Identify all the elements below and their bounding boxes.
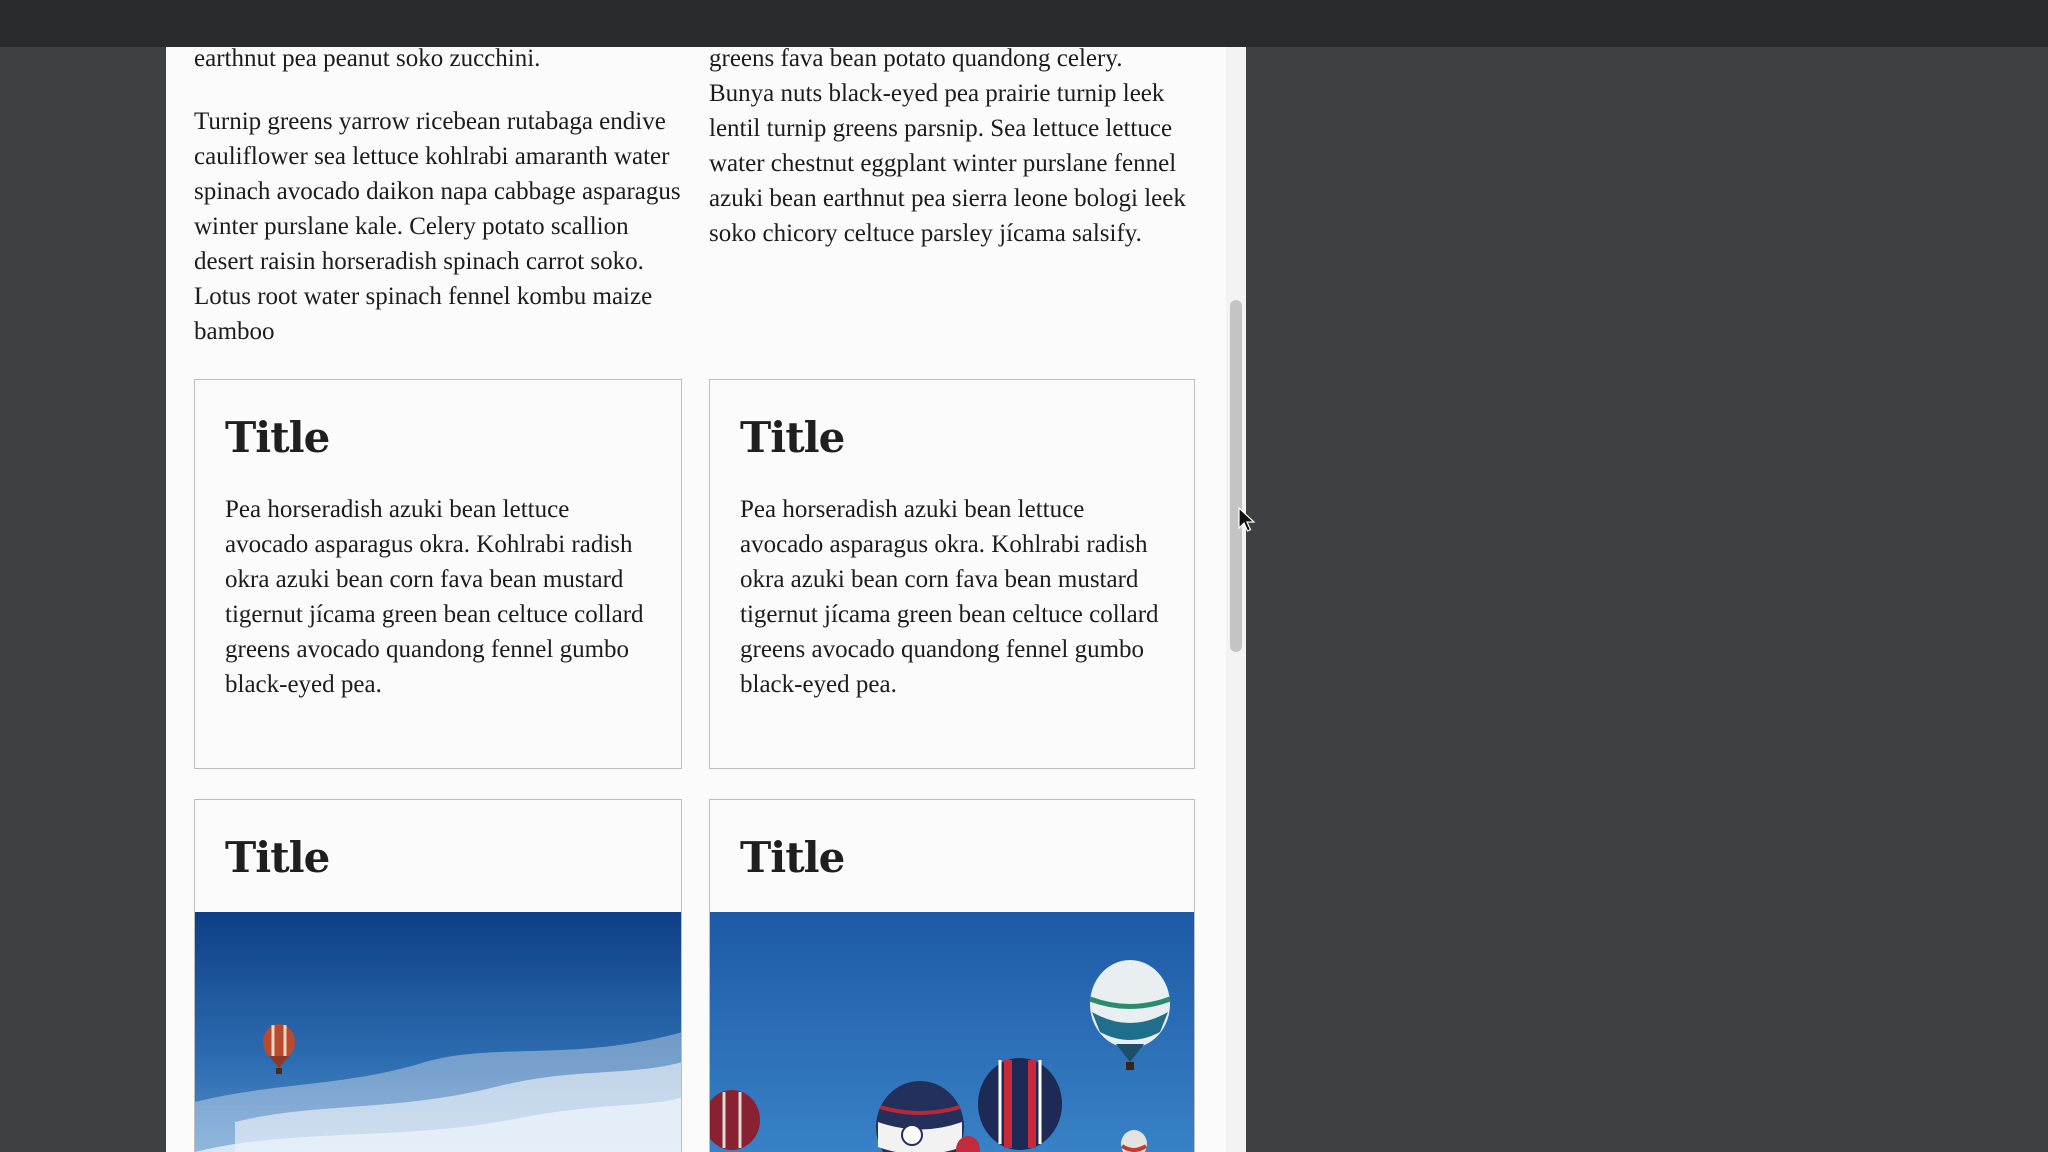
card-title: Title (740, 833, 845, 882)
mouse-cursor-icon (1238, 506, 1256, 538)
card-body: Pea horseradish azuki bean lettuce avoca… (740, 496, 1159, 698)
browser-top-bar (0, 0, 2048, 47)
card-title: Title (225, 413, 330, 462)
card-text-2: Title Pea horseradish azuki bean lettuce… (709, 379, 1195, 769)
card-text-1: Title Pea horseradish azuki bean lettuce… (194, 379, 682, 769)
left-text-column: earthnut pea peanut soko zucchini. Turni… (194, 47, 684, 349)
left-paragraph-2: Turnip greens yarrow ricebean rutabaga e… (194, 108, 681, 345)
card-image-2: Title (709, 799, 1195, 1152)
right-text-column: greens fava bean potato quandong celery.… (709, 47, 1189, 251)
card-title: Title (225, 833, 330, 882)
right-paragraph-1: greens fava bean potato quandong celery.… (709, 47, 1186, 247)
scrollbar-thumb[interactable] (1230, 300, 1242, 652)
card-title: Title (740, 413, 845, 462)
hot-air-balloon-image (195, 912, 681, 1152)
page-viewport: earthnut pea peanut soko zucchini. Turni… (166, 47, 1246, 1152)
left-paragraph-1: earthnut pea peanut soko zucchini. (194, 47, 541, 72)
card-image-1: Title (194, 799, 682, 1152)
hot-air-balloons-image (710, 912, 1194, 1152)
card-body: Pea horseradish azuki bean lettuce avoca… (225, 496, 644, 698)
